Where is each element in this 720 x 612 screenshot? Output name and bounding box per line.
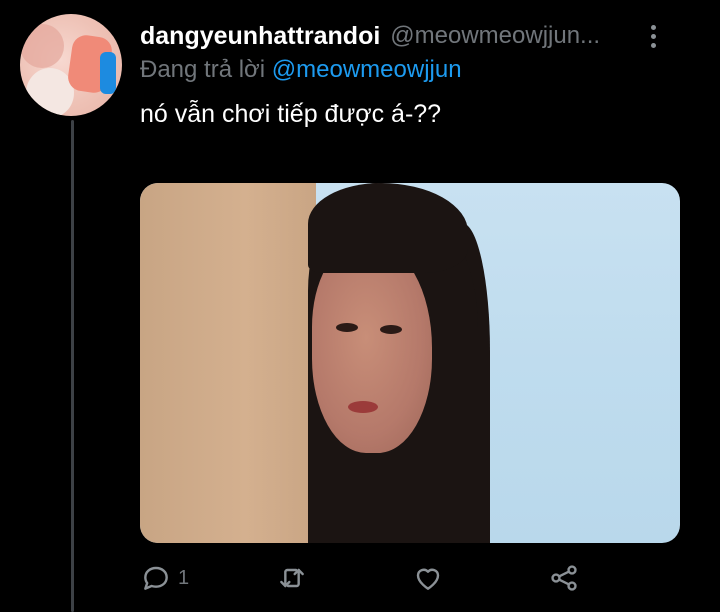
retweet-icon — [280, 568, 304, 588]
share-button[interactable] — [548, 558, 580, 598]
heart-icon — [416, 568, 440, 590]
like-button[interactable] — [412, 558, 450, 598]
reply-count: 1 — [178, 566, 190, 589]
avatar-art-part — [100, 52, 116, 94]
avatar-art-part — [26, 68, 74, 116]
avatar[interactable] — [20, 14, 122, 116]
reply-prefix: Đang trả lời — [140, 56, 266, 83]
replying-to: Đang trả lời @meowmeowjjun — [140, 56, 462, 84]
photo-wall — [140, 183, 316, 543]
user-handle[interactable]: @meowmeowjjun... — [390, 22, 600, 50]
tweet-header: dangyeunhattrandoi @meowmeowjjun... — [140, 20, 700, 52]
retweet-button[interactable] — [276, 558, 314, 598]
avatar-art-part — [20, 24, 64, 68]
reply-button[interactable]: 1 — [140, 558, 189, 598]
reply-mention-link[interactable]: @meowmeowjjun — [272, 56, 462, 83]
tweet-actions: 1 — [140, 558, 700, 598]
display-name[interactable]: dangyeunhattrandoi — [140, 22, 380, 51]
more-vertical-icon[interactable] — [646, 22, 660, 50]
photo-eye — [380, 325, 402, 334]
tweet-media-image[interactable] — [140, 183, 680, 543]
photo-hair-top — [308, 183, 468, 273]
photo-lips — [348, 401, 378, 413]
thread-connector-line — [71, 120, 74, 612]
tweet-text: nó vẫn chơi tiếp được á-?? — [140, 100, 442, 128]
share-icon — [551, 565, 577, 591]
photo-face — [312, 243, 432, 453]
reply-bubble-icon — [144, 566, 168, 590]
photo-eye — [336, 323, 358, 332]
